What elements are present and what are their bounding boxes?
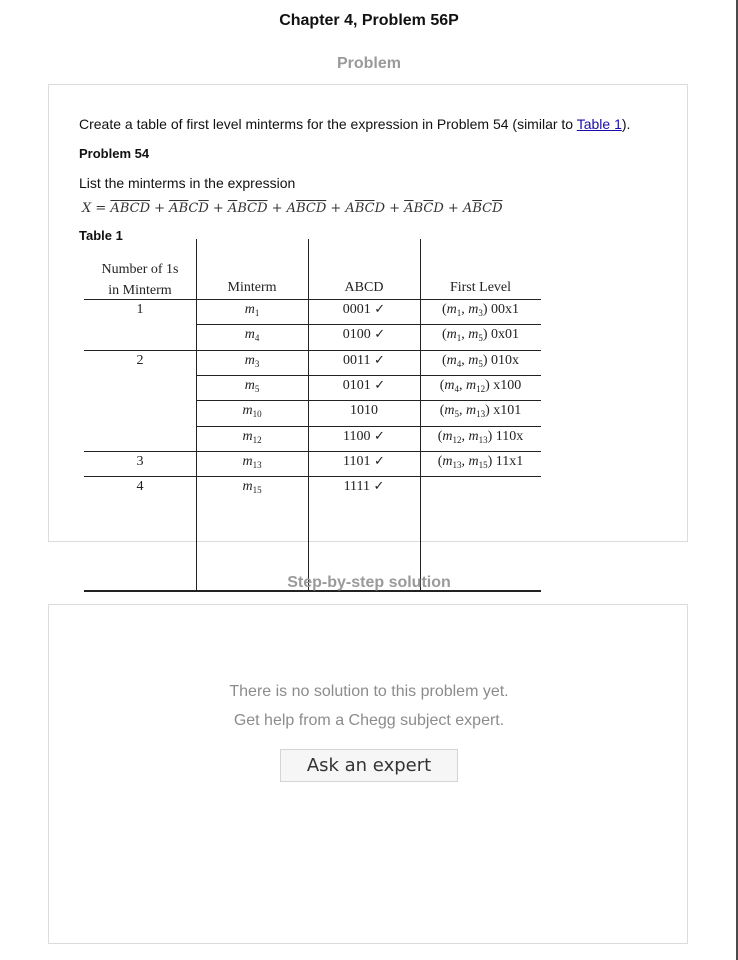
expert-help-text: Get help from a Chegg subject expert. bbox=[233, 712, 505, 729]
expression-lhs: X = bbox=[82, 201, 111, 216]
expression-plus: + bbox=[385, 201, 405, 216]
problem-intro: Create a table of first level minterms f… bbox=[79, 116, 630, 132]
row-abcd-cell: 1100 ✓ bbox=[343, 428, 385, 444]
header-abcd: ABCD bbox=[344, 280, 384, 295]
table-rule bbox=[84, 450, 541, 452]
table-rule bbox=[196, 374, 541, 376]
row-minterm-cell: m13 bbox=[242, 453, 262, 470]
row-minterm-cell: m4 bbox=[244, 327, 260, 344]
table-row: 4 m15 1111 ✓ bbox=[84, 476, 541, 501]
expression-plus: + bbox=[443, 201, 463, 216]
table-rule bbox=[196, 324, 541, 326]
row-abcd-cell: 0011 ✓ bbox=[343, 352, 385, 368]
expression-plus: + bbox=[326, 201, 346, 216]
row-count-cell: 3 bbox=[136, 453, 144, 469]
row-first-level-cell: (m1, m5) 0x01 bbox=[441, 327, 520, 344]
problem-54-subheading: Problem 54 bbox=[79, 146, 150, 161]
expression-plus: + bbox=[208, 201, 228, 216]
table-rule bbox=[84, 349, 541, 351]
minterm-list-text: List the minterms in the expression bbox=[79, 175, 296, 191]
table-row: 3 m13 1101 ✓ (m13, m15) 11x1 bbox=[84, 450, 541, 476]
solution-heading: Step-by-step solution bbox=[287, 574, 451, 591]
row-abcd-cell: 1010 bbox=[350, 403, 378, 419]
row-first-level-cell: (m13, m15) 11x1 bbox=[437, 453, 524, 470]
row-first-level-cell: (m1, m3) 00x1 bbox=[441, 302, 520, 318]
row-count-cell: 4 bbox=[136, 479, 144, 495]
expression-terms: ABCD + ABCD + ABCD + ABCD + ABCD + ABCD … bbox=[110, 201, 502, 216]
row-minterm-cell: m1 bbox=[244, 302, 260, 318]
table-row: m5 0101 ✓ (m4, m12) x100 bbox=[84, 374, 541, 400]
row-first-level-cell: (m5, m13) x101 bbox=[439, 403, 522, 420]
row-minterm-cell: m15 bbox=[242, 479, 262, 496]
no-solution-text: There is no solution to this problem yet… bbox=[229, 683, 509, 700]
solution-card: There is no solution to this problem yet… bbox=[48, 604, 688, 944]
table-row: m12 1100 ✓ (m12, m13) 110x bbox=[84, 425, 541, 451]
table-row: 1 m1 0001 ✓ (m1, m3) 00x1 bbox=[84, 299, 541, 324]
table-1-label: Table 1 bbox=[79, 228, 123, 243]
problem-intro-end: ). bbox=[621, 116, 631, 132]
header-count: Number of 1s in Minterm bbox=[101, 262, 179, 298]
table-row: m10 1010 (m5, m13) x101 bbox=[84, 400, 541, 425]
row-first-level-cell: (m12, m13) 110x bbox=[437, 428, 524, 445]
problem-intro-text: Create a table of first level minterms f… bbox=[79, 116, 577, 132]
expression-term: ABCD bbox=[404, 201, 444, 216]
expression-plus: + bbox=[150, 201, 170, 216]
row-abcd-cell: 0001 ✓ bbox=[342, 302, 386, 317]
row-count-cell: 2 bbox=[136, 352, 144, 368]
problem-heading: Problem bbox=[336, 55, 401, 72]
table-rule bbox=[196, 400, 541, 402]
row-count-cell: 1 bbox=[136, 302, 144, 317]
row-minterm-cell: m10 bbox=[242, 403, 262, 420]
boolean-expression: X = ABCD + ABCD + ABCD + ABCD + ABCD + A… bbox=[82, 201, 503, 216]
row-minterm-cell: m3 bbox=[244, 352, 260, 369]
ask-expert-button[interactable]: Ask an expert bbox=[280, 749, 458, 782]
table-row: 2 m3 0011 ✓ (m4, m5) 010x bbox=[84, 349, 541, 375]
row-first-level-cell: (m4, m12) x100 bbox=[439, 377, 522, 394]
table-rule bbox=[84, 476, 541, 478]
table-row: m4 0100 ✓ (m1, m5) 0x01 bbox=[84, 324, 541, 349]
row-first-level-cell: (m4, m5) 010x bbox=[441, 352, 520, 369]
table-1-link[interactable]: Table 1 bbox=[577, 116, 622, 132]
row-abcd-cell: 0101 ✓ bbox=[342, 377, 386, 393]
expression-term: ABCD bbox=[286, 201, 327, 216]
expression-plus: + bbox=[267, 201, 287, 216]
header-first-level: First Level bbox=[449, 280, 512, 295]
page-title: Chapter 4, Problem 56P bbox=[279, 12, 459, 29]
row-abcd-cell: 1111 ✓ bbox=[343, 479, 385, 495]
row-minterm-cell: m12 bbox=[242, 428, 262, 445]
expression-term: ABCD bbox=[345, 201, 385, 216]
problem-card: Create a table of first level minterms f… bbox=[48, 84, 688, 592]
row-abcd-cell: 1101 ✓ bbox=[343, 453, 385, 469]
header-minterm: Minterm bbox=[227, 280, 277, 295]
expression-term: ABCD bbox=[110, 201, 150, 216]
row-minterm-cell: m5 bbox=[244, 377, 260, 394]
row-abcd-cell: 0100 ✓ bbox=[342, 327, 386, 343]
expression-term: ABCD bbox=[227, 201, 268, 216]
expression-term: ABCD bbox=[462, 201, 503, 216]
table-rule bbox=[196, 425, 541, 427]
expression-term: ABCD bbox=[169, 201, 209, 216]
